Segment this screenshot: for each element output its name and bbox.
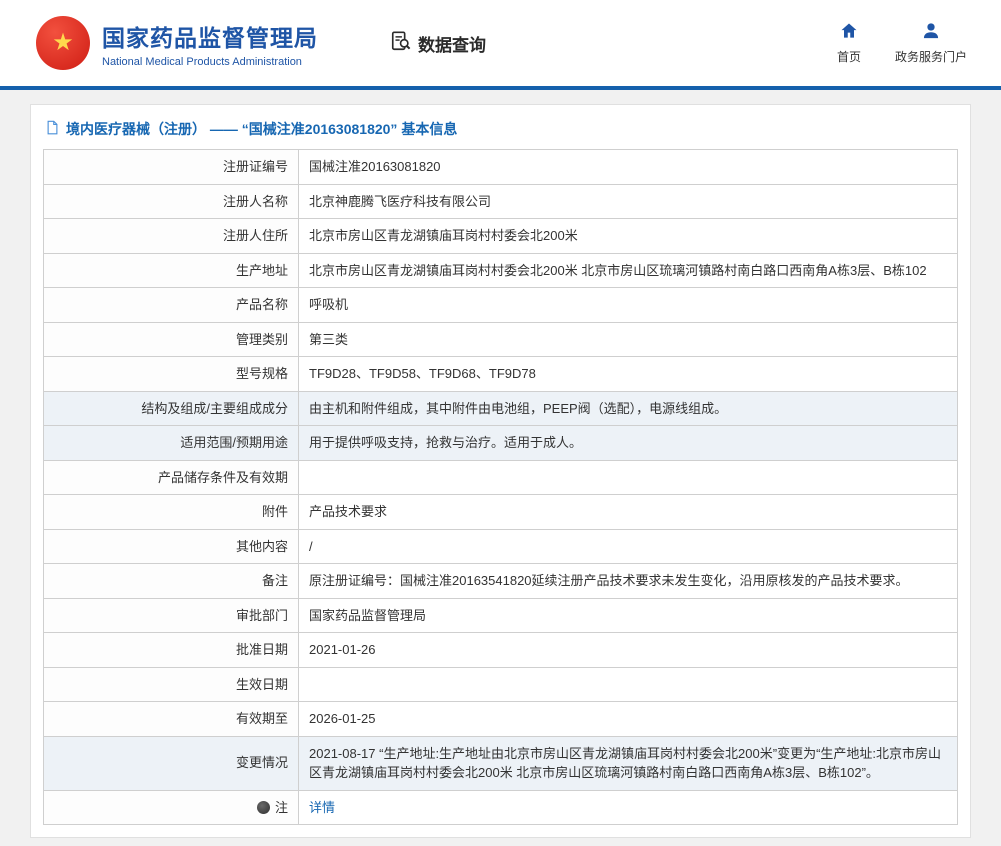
row-label: 生产地址 <box>44 253 299 288</box>
row-label: 注册证编号 <box>44 150 299 185</box>
table-row: 注 详情 <box>44 790 958 825</box>
header-nav: 首页 政务服务门户 <box>837 21 967 65</box>
row-value: 原注册证编号：国械注准20163541820延续注册产品技术要求未发生变化，沿用… <box>299 564 958 599</box>
data-query-label: 数据查询 <box>418 31 486 56</box>
table-row: 变更情况 2021-08-17 “生产地址:生产地址由北京市房山区青龙湖镇庙耳岗… <box>44 736 958 790</box>
user-icon <box>921 21 941 44</box>
row-value: / <box>299 529 958 564</box>
row-value: 详情 <box>299 790 958 825</box>
row-value <box>299 667 958 702</box>
row-label: 管理类别 <box>44 322 299 357</box>
registration-info-table: 注册证编号 国械注准20163081820 注册人名称 北京神鹿腾飞医疗科技有限… <box>43 149 958 825</box>
note-icon <box>257 801 270 814</box>
details-link[interactable]: 详情 <box>309 800 335 815</box>
table-row: 注册人名称 北京神鹿腾飞医疗科技有限公司 <box>44 184 958 219</box>
row-value: 国械注准20163081820 <box>299 150 958 185</box>
agency-title-block: 国家药品监督管理局 National Medical Products Admi… <box>102 19 318 68</box>
data-query-section[interactable]: 数据查询 <box>390 30 486 57</box>
table-row: 审批部门 国家药品监督管理局 <box>44 598 958 633</box>
row-value <box>299 460 958 495</box>
row-label: 变更情况 <box>44 736 299 790</box>
row-value: 由主机和附件组成，其中附件由电池组，PEEP阀（选配），电源线组成。 <box>299 391 958 426</box>
agency-name-en: National Medical Products Administration <box>102 56 318 68</box>
site-header: ★ 国家药品监督管理局 National Medical Products Ad… <box>0 0 1001 86</box>
row-label: 产品名称 <box>44 288 299 323</box>
row-label: 生效日期 <box>44 667 299 702</box>
nav-home-label: 首页 <box>837 48 861 65</box>
row-label: 其他内容 <box>44 529 299 564</box>
panel-title-bar: 境内医疗器械（注册） —— “国械注准20163081820” 基本信息 <box>43 115 958 149</box>
row-value: 2021-08-17 “生产地址:生产地址由北京市房山区青龙湖镇庙耳岗村村委会北… <box>299 736 958 790</box>
row-label: 注册人住所 <box>44 219 299 254</box>
row-label: 批准日期 <box>44 633 299 668</box>
table-row: 注册证编号 国械注准20163081820 <box>44 150 958 185</box>
emblem-star-icon: ★ <box>52 31 74 55</box>
table-row: 生效日期 <box>44 667 958 702</box>
document-icon <box>45 120 60 138</box>
row-label: 结构及组成/主要组成成分 <box>44 391 299 426</box>
row-label: 产品储存条件及有效期 <box>44 460 299 495</box>
row-value: 北京市房山区青龙湖镇庙耳岗村村委会北200米 <box>299 219 958 254</box>
nav-gov-portal-label: 政务服务门户 <box>895 48 967 65</box>
table-row: 产品名称 呼吸机 <box>44 288 958 323</box>
table-row: 附件 产品技术要求 <box>44 495 958 530</box>
nmpa-emblem-logo: ★ <box>36 16 90 70</box>
table-row: 其他内容 / <box>44 529 958 564</box>
detail-panel: 境内医疗器械（注册） —— “国械注准20163081820” 基本信息 注册证… <box>30 104 971 838</box>
row-value: TF9D28、TF9D58、TF9D68、TF9D78 <box>299 357 958 392</box>
row-label: 注册人名称 <box>44 184 299 219</box>
page-title: 境内医疗器械（注册） —— “国械注准20163081820” 基本信息 <box>66 119 457 139</box>
nav-gov-portal[interactable]: 政务服务门户 <box>895 21 967 65</box>
row-value: 北京神鹿腾飞医疗科技有限公司 <box>299 184 958 219</box>
row-value: 第三类 <box>299 322 958 357</box>
row-value: 产品技术要求 <box>299 495 958 530</box>
row-label: 适用范围/预期用途 <box>44 426 299 461</box>
row-value: 2026-01-25 <box>299 702 958 737</box>
table-row: 管理类别 第三类 <box>44 322 958 357</box>
table-row: 结构及组成/主要组成成分 由主机和附件组成，其中附件由电池组，PEEP阀（选配）… <box>44 391 958 426</box>
table-row: 型号规格 TF9D28、TF9D58、TF9D68、TF9D78 <box>44 357 958 392</box>
search-document-icon <box>390 30 412 57</box>
row-value: 2021-01-26 <box>299 633 958 668</box>
agency-name-zh: 国家药品监督管理局 <box>102 19 318 53</box>
note-label: 注 <box>275 800 288 815</box>
main-content: 境内医疗器械（注册） —— “国械注准20163081820” 基本信息 注册证… <box>0 90 1001 846</box>
row-label-note: 注 <box>44 790 299 825</box>
row-label: 型号规格 <box>44 357 299 392</box>
table-row: 产品储存条件及有效期 <box>44 460 958 495</box>
row-value: 国家药品监督管理局 <box>299 598 958 633</box>
table-row: 注册人住所 北京市房山区青龙湖镇庙耳岗村村委会北200米 <box>44 219 958 254</box>
table-row: 生产地址 北京市房山区青龙湖镇庙耳岗村村委会北200米 北京市房山区琉璃河镇路村… <box>44 253 958 288</box>
home-icon <box>839 21 859 44</box>
row-value: 用于提供呼吸支持，抢救与治疗。适用于成人。 <box>299 426 958 461</box>
row-label: 有效期至 <box>44 702 299 737</box>
table-row: 有效期至 2026-01-25 <box>44 702 958 737</box>
row-value: 呼吸机 <box>299 288 958 323</box>
row-label: 审批部门 <box>44 598 299 633</box>
table-row: 批准日期 2021-01-26 <box>44 633 958 668</box>
table-row: 适用范围/预期用途 用于提供呼吸支持，抢救与治疗。适用于成人。 <box>44 426 958 461</box>
table-row: 备注 原注册证编号：国械注准20163541820延续注册产品技术要求未发生变化… <box>44 564 958 599</box>
nav-home[interactable]: 首页 <box>837 21 861 65</box>
row-label: 附件 <box>44 495 299 530</box>
row-value: 北京市房山区青龙湖镇庙耳岗村村委会北200米 北京市房山区琉璃河镇路村南白路口西… <box>299 253 958 288</box>
row-label: 备注 <box>44 564 299 599</box>
